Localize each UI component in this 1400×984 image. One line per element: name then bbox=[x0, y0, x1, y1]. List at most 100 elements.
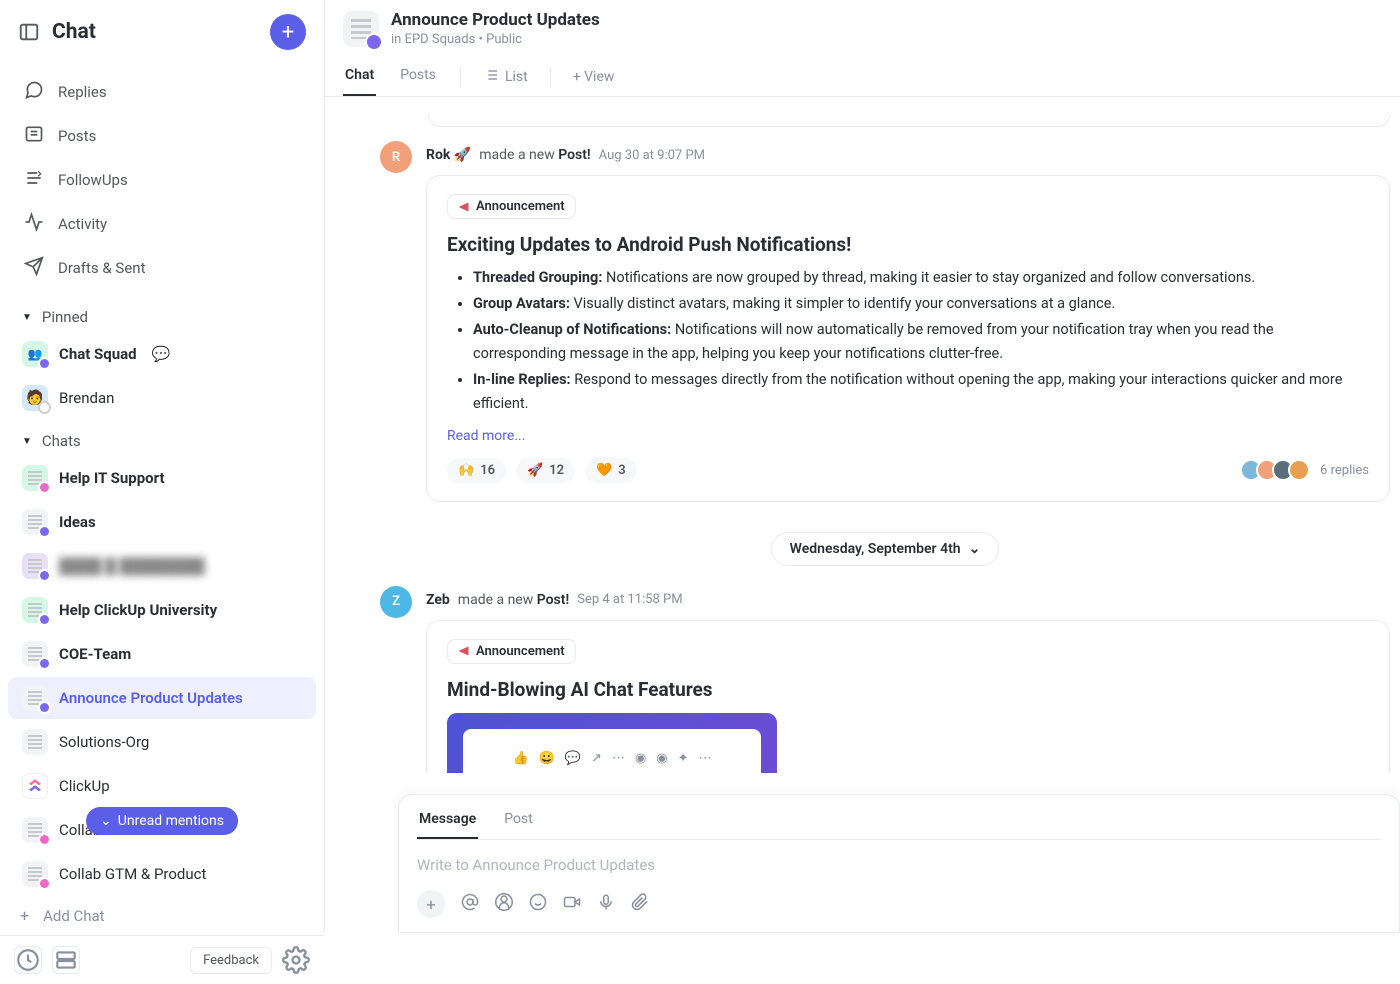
post-card[interactable]: Announcement Mind-Blowing AI Chat Featur… bbox=[426, 620, 1390, 773]
plus-icon: + bbox=[20, 906, 29, 925]
reply-count: 6 replies bbox=[1320, 463, 1369, 478]
unread-label: Unread mentions bbox=[118, 813, 224, 829]
emoji-icon[interactable] bbox=[529, 893, 547, 915]
channel-icon bbox=[22, 729, 48, 755]
bullet: Threaded Grouping: Notifications are now… bbox=[473, 266, 1369, 290]
pinned-item-brendan[interactable]: 🧑 Brendan bbox=[8, 377, 316, 419]
mic-icon[interactable] bbox=[597, 893, 615, 915]
composer-toolbar: + bbox=[417, 890, 1381, 932]
prev-card-tail bbox=[428, 115, 1390, 127]
mention-person-icon[interactable] bbox=[495, 893, 513, 915]
composer-tab-post[interactable]: Post bbox=[502, 805, 535, 839]
announcement-badge: Announcement bbox=[447, 639, 576, 664]
reaction[interactable]: 🧡3 bbox=[585, 458, 637, 483]
composer-region: Message Post Write to Announce Product U… bbox=[398, 794, 1400, 933]
embed-preview-image: 👍😀💬↗⋯◉◉✦⋯ bbox=[447, 713, 777, 773]
nav-replies[interactable]: Replies bbox=[10, 70, 314, 114]
add-chat-label: Add Chat bbox=[43, 907, 105, 925]
main-header: Announce Product Updates in EPD Squads •… bbox=[325, 0, 1400, 57]
channel-icon bbox=[22, 597, 48, 623]
channel-icon bbox=[22, 553, 48, 579]
new-chat-button[interactable]: + bbox=[270, 14, 306, 50]
chat-item[interactable]: Collab GTM & Product bbox=[8, 853, 316, 895]
reaction[interactable]: 🙌16 bbox=[447, 458, 506, 483]
post-title: Mind-Blowing AI Chat Features bbox=[447, 678, 1369, 701]
chat-item[interactable]: Help IT Support bbox=[8, 457, 316, 499]
megaphone-icon bbox=[458, 645, 470, 657]
sidebar-header: Chat + bbox=[0, 0, 324, 64]
tab-list[interactable]: List bbox=[483, 67, 528, 87]
chat-label: ClickUp bbox=[59, 777, 110, 795]
chat-item[interactable]: COE-Team bbox=[8, 633, 316, 675]
tab-add-view[interactable]: + View bbox=[573, 69, 615, 85]
tab-chat[interactable]: Chat bbox=[343, 57, 376, 96]
author-name[interactable]: Rok 🚀 bbox=[426, 147, 471, 163]
collapse-panel-icon[interactable] bbox=[18, 21, 40, 43]
pinned-item-chat-squad[interactable]: 👥 Chat Squad 💬 bbox=[8, 333, 316, 375]
nav-label: Posts bbox=[58, 127, 96, 145]
tab-posts[interactable]: Posts bbox=[398, 57, 438, 96]
bullet: In-line Replies: Respond to messages dir… bbox=[473, 368, 1369, 416]
section-chats-header[interactable]: ▼ Chats bbox=[0, 420, 324, 456]
chat-label: Help ClickUp University bbox=[59, 601, 217, 619]
composer-tab-message[interactable]: Message bbox=[417, 805, 478, 839]
clock-icon[interactable] bbox=[14, 946, 42, 974]
video-icon[interactable] bbox=[563, 893, 581, 915]
post-title: Exciting Updates to Android Push Notific… bbox=[447, 233, 1369, 256]
section-pinned-header[interactable]: ▼ Pinned bbox=[0, 296, 324, 332]
chat-item[interactable]: Solutions-Org bbox=[8, 721, 316, 763]
reaction[interactable]: 🚀12 bbox=[516, 458, 575, 483]
nav-activity[interactable]: Activity bbox=[10, 202, 314, 246]
reply-avatars bbox=[1246, 459, 1310, 481]
caret-down-icon: ▼ bbox=[22, 312, 32, 323]
unread-mentions-pill[interactable]: ⌄ Unread mentions bbox=[86, 807, 238, 835]
chat-item-active[interactable]: Announce Product Updates bbox=[8, 677, 316, 719]
channel-icon bbox=[22, 641, 48, 667]
channel-icon bbox=[22, 861, 48, 887]
chat-item-blurred[interactable]: ████ █ ████████ bbox=[8, 545, 316, 587]
add-chat-button[interactable]: + Add Chat bbox=[0, 896, 324, 935]
section-label: Pinned bbox=[42, 308, 88, 326]
layout-icon[interactable] bbox=[52, 946, 80, 974]
composer: Message Post Write to Announce Product U… bbox=[398, 794, 1400, 933]
channel-title: Announce Product Updates bbox=[391, 10, 600, 30]
read-more-link[interactable]: Read more... bbox=[447, 428, 1369, 444]
chat-label: Announce Product Updates bbox=[59, 689, 243, 707]
chat-item[interactable]: Ideas bbox=[8, 501, 316, 543]
author-avatar[interactable]: R bbox=[380, 141, 412, 173]
add-attachment-button[interactable]: + bbox=[417, 890, 445, 918]
post-meta: Rok 🚀 made a new Post! Aug 30 at 9:07 PM bbox=[426, 147, 1390, 163]
date-divider: Wednesday, September 4th ⌄ bbox=[380, 502, 1390, 586]
composer-tabs: Message Post bbox=[417, 795, 1381, 840]
date-pill[interactable]: Wednesday, September 4th ⌄ bbox=[771, 532, 1000, 566]
nav-followups[interactable]: FollowUps bbox=[10, 158, 314, 202]
reply-icon bbox=[24, 80, 44, 104]
post-card[interactable]: Announcement Exciting Updates to Android… bbox=[426, 175, 1390, 502]
posts-icon bbox=[24, 124, 44, 148]
divider bbox=[550, 67, 551, 87]
chat-label: Ideas bbox=[59, 513, 96, 531]
author-avatar[interactable]: Z bbox=[380, 586, 412, 618]
mention-icon[interactable] bbox=[461, 893, 479, 915]
nav-posts[interactable]: Posts bbox=[10, 114, 314, 158]
composer-input[interactable]: Write to Announce Product Updates bbox=[417, 840, 1381, 890]
reply-summary[interactable]: 6 replies bbox=[1246, 459, 1369, 481]
nav-label: Activity bbox=[58, 215, 107, 233]
gear-icon[interactable] bbox=[282, 946, 310, 974]
sidebar-title: Chat bbox=[52, 20, 258, 44]
feedback-button[interactable]: Feedback bbox=[190, 947, 272, 974]
clickup-logo-icon bbox=[22, 773, 48, 799]
chevron-down-icon: ⌄ bbox=[100, 813, 112, 829]
nav-label: Replies bbox=[58, 83, 107, 101]
post-bullets: Threaded Grouping: Notifications are now… bbox=[447, 266, 1369, 416]
chat-item[interactable]: Help ClickUp University bbox=[8, 589, 316, 631]
list-icon bbox=[483, 67, 499, 87]
chevron-down-icon: ⌄ bbox=[969, 541, 981, 557]
sidebar: Chat + Replies Posts FollowUps Activity … bbox=[0, 0, 325, 933]
author-name[interactable]: Zeb bbox=[426, 592, 450, 608]
paperclip-icon[interactable] bbox=[631, 893, 649, 915]
chat-label: Chat Squad bbox=[59, 345, 137, 363]
post-meta: Zeb made a new Post! Sep 4 at 11:58 PM bbox=[426, 592, 1390, 608]
chat-item-clickup[interactable]: ClickUp bbox=[8, 765, 316, 807]
nav-drafts[interactable]: Drafts & Sent bbox=[10, 246, 314, 290]
